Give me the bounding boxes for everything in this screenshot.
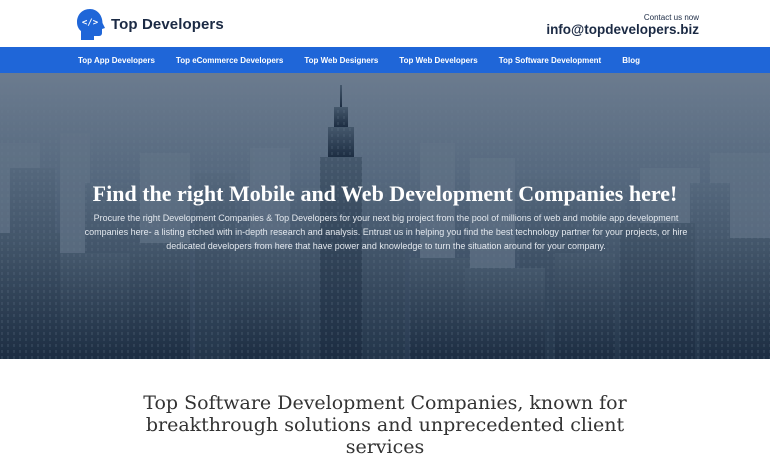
- nav-item-blog[interactable]: Blog: [622, 56, 640, 65]
- logo-text: Top Developers: [111, 15, 224, 33]
- section-title-line: breakthrough solutions and unprecedented…: [145, 414, 625, 436]
- hero-description-line: dedicated developers from here that have…: [166, 241, 606, 251]
- svg-text:</>: </>: [82, 18, 99, 28]
- nav-item-top-software-development[interactable]: Top Software Development: [499, 56, 602, 65]
- nav-item-top-web-developers[interactable]: Top Web Developers: [399, 56, 477, 65]
- hero-description: Procure the right Development Companies …: [76, 211, 696, 253]
- nav-item-top-ecommerce-developers[interactable]: Top eCommerce Developers: [176, 56, 283, 65]
- main-nav: Top App Developers Top eCommerce Develop…: [0, 47, 770, 73]
- hero-description-line: Procure the right Development Companies …: [93, 213, 679, 223]
- nav-item-top-app-developers[interactable]: Top App Developers: [78, 56, 155, 65]
- hero-banner: Find the right Mobile and Web Developmen…: [0, 73, 770, 359]
- hero-description-line: companies here- a listing etched with in…: [84, 227, 688, 237]
- contact-block: Contact us now info@topdevelopers.biz: [546, 13, 699, 38]
- nav-item-top-web-designers[interactable]: Top Web Designers: [304, 56, 378, 65]
- section-title-line: Top Software Development Companies, know…: [143, 392, 627, 414]
- section-title: Top Software Development Companies, know…: [140, 392, 630, 458]
- contact-email-link[interactable]: info@topdevelopers.biz: [546, 22, 699, 38]
- code-head-icon: </>: [75, 8, 107, 41]
- site-header: </> Top Developers Contact us now info@t…: [0, 0, 770, 47]
- logo-link[interactable]: </> Top Developers: [75, 6, 224, 42]
- hero-title: Find the right Mobile and Web Developmen…: [92, 181, 678, 206]
- contact-label: Contact us now: [643, 13, 699, 22]
- section-title-line: services: [345, 436, 425, 458]
